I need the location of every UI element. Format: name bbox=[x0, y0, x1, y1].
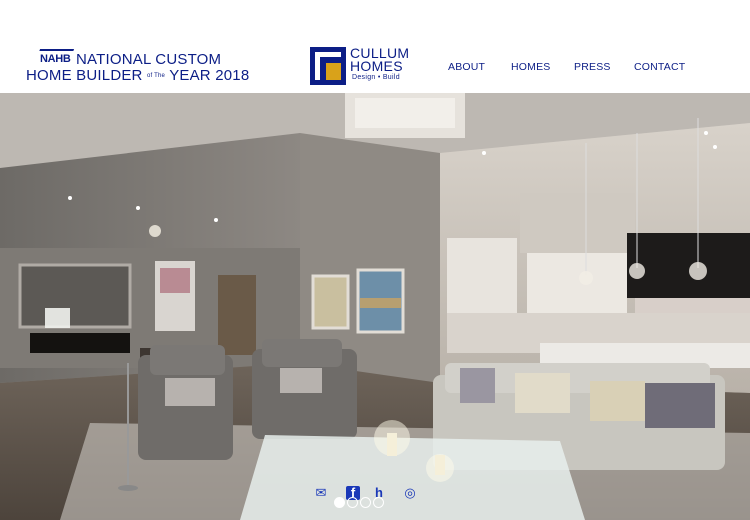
nahb-logo: NAHB bbox=[40, 53, 71, 65]
hero-slideshow[interactable] bbox=[0, 93, 750, 520]
instagram-icon[interactable]: ◎ bbox=[403, 486, 417, 500]
slider-dot-1[interactable] bbox=[334, 497, 345, 508]
email-icon[interactable]: ✉ bbox=[314, 486, 328, 500]
site-header: NAHB NATIONAL CUSTOM HOME BUILDER of The… bbox=[0, 0, 750, 93]
logo-text: CULLUM HOMES Design • Build bbox=[350, 46, 409, 81]
logo-line-2: HOMES bbox=[350, 58, 403, 74]
hero-image bbox=[0, 93, 750, 520]
award-line-2: HOME BUILDER of The YEAR 2018 bbox=[26, 67, 249, 84]
nav-contact[interactable]: CONTACT bbox=[634, 61, 685, 73]
nahb-award-badge[interactable]: NAHB NATIONAL CUSTOM HOME BUILDER of The… bbox=[26, 51, 249, 86]
slider-dot-2[interactable] bbox=[347, 497, 358, 508]
nav-press[interactable]: PRESS bbox=[574, 61, 611, 73]
slider-dot-4[interactable] bbox=[373, 497, 384, 508]
logo-tagline: Design • Build bbox=[352, 74, 400, 81]
award-line-2-a: HOME BUILDER bbox=[26, 67, 143, 84]
nav-homes[interactable]: HOMES bbox=[511, 61, 551, 73]
cullum-homes-logo[interactable]: CULLUM HOMES Design • Build bbox=[310, 46, 424, 87]
award-line-2-b: YEAR 2018 bbox=[169, 67, 250, 84]
award-line-2-small: of The bbox=[146, 73, 166, 80]
slider-dot-3[interactable] bbox=[360, 497, 371, 508]
logo-mark-icon bbox=[310, 47, 346, 85]
award-line-1: NATIONAL CUSTOM bbox=[76, 51, 222, 68]
nav-about[interactable]: ABOUT bbox=[448, 61, 485, 73]
